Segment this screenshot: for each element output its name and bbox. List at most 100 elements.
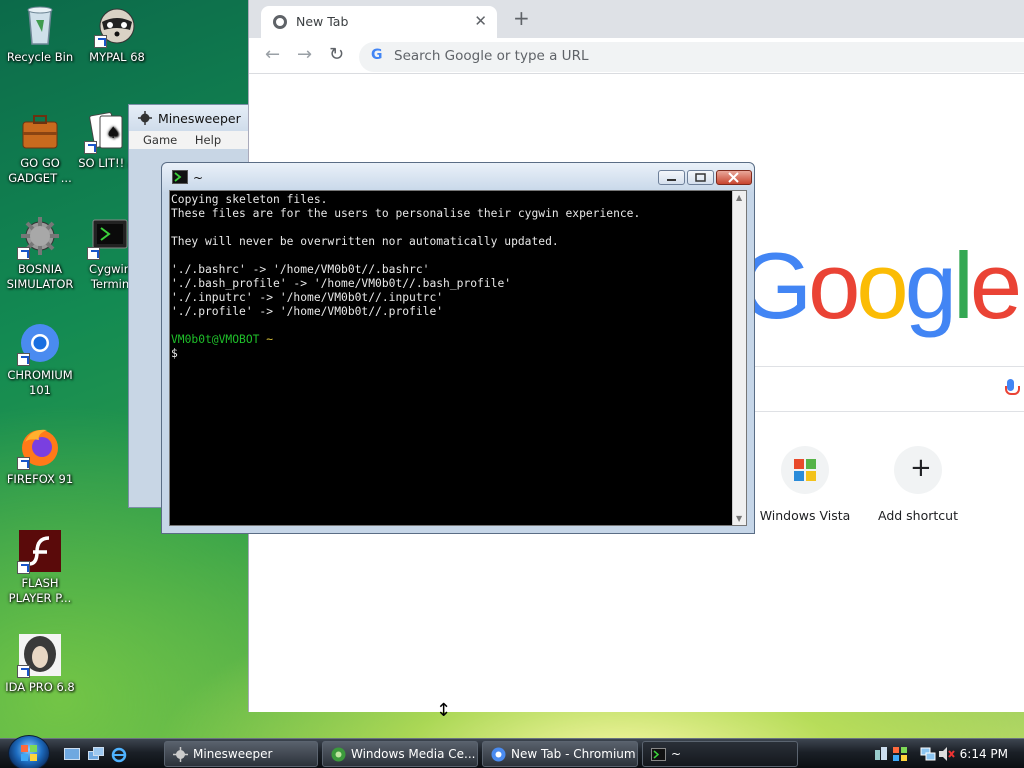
plus-icon: + bbox=[894, 446, 942, 494]
taskbar-button-label: ~ bbox=[671, 747, 682, 761]
desktop-icon-label: BOSNIA SIMULATOR bbox=[6, 262, 74, 291]
taskbar-button-media-center[interactable]: Windows Media Ce... bbox=[322, 741, 478, 767]
shortcut-windows-vista[interactable]: Windows Vista bbox=[755, 446, 855, 523]
desktop-icon-mypal[interactable]: MYPAL 68 bbox=[77, 2, 157, 65]
new-tab-button[interactable]: + bbox=[513, 6, 530, 30]
tab-strip: New Tab ✕ + bbox=[249, 0, 1024, 38]
terminal-titlebar[interactable]: ~ bbox=[169, 163, 752, 190]
volume-muted-icon[interactable] bbox=[938, 746, 956, 765]
desktop-icon-label: Recycle Bin bbox=[6, 50, 74, 64]
taskbar-button-label: Windows Media Ce... bbox=[351, 747, 476, 761]
shortcut-add[interactable]: + Add shortcut bbox=[868, 446, 968, 523]
reload-button[interactable]: ↻ bbox=[329, 44, 344, 65]
shortcut-arrow-icon bbox=[17, 561, 30, 574]
scroll-down-icon[interactable]: ▼ bbox=[736, 514, 742, 523]
google-logo: Google bbox=[739, 233, 1022, 338]
desktop-icon-firefox[interactable]: FIREFOX 91 bbox=[0, 424, 80, 487]
desktop-icon-go-go-gadget[interactable]: GO GO GADGET ... bbox=[0, 108, 80, 186]
shortcut-arrow-icon bbox=[84, 141, 97, 154]
prompt-line: VM0b0t@VMOBOT ~ bbox=[171, 333, 732, 347]
window-title: ~ bbox=[193, 171, 204, 185]
cards-icon: ♠ bbox=[84, 108, 130, 154]
terminal-line: Copying skeleton files. bbox=[171, 193, 328, 206]
shortcut-label: Windows Vista bbox=[759, 508, 851, 523]
back-button[interactable]: ← bbox=[265, 44, 280, 65]
desktop-icon-bosnia-simulator[interactable]: BOSNIA SIMULATOR bbox=[0, 214, 80, 292]
omnibox-placeholder: Search Google or type a URL bbox=[394, 48, 589, 64]
system-tray: 6:14 PM bbox=[866, 741, 1024, 767]
shortcut-arrow-icon bbox=[87, 247, 100, 260]
tab-new-tab[interactable]: New Tab ✕ bbox=[261, 6, 497, 38]
terminal-line: './.bash_profile' -> '/home/VM0b0t//.bas… bbox=[171, 277, 512, 290]
microphone-icon[interactable] bbox=[1005, 379, 1020, 397]
raccoon-icon bbox=[94, 2, 140, 48]
desktop-icon-label: FLASH PLAYER P... bbox=[8, 576, 72, 605]
menu-game[interactable]: Game bbox=[143, 133, 177, 147]
taskbar-button-terminal[interactable]: ~ bbox=[642, 741, 798, 767]
terminal-line: They will never be overwritten nor autom… bbox=[171, 235, 559, 248]
gear-icon bbox=[17, 214, 63, 260]
terminal-line: './.inputrc' -> '/home/VM0b0t//.inputrc' bbox=[171, 291, 444, 304]
forward-button[interactable]: → bbox=[297, 44, 312, 65]
terminal-output[interactable]: Copying skeleton files. These files are f… bbox=[169, 190, 747, 526]
desktop-icon-recycle-bin[interactable]: Recycle Bin bbox=[0, 2, 80, 65]
desktop-icon-ida-pro[interactable]: IDA PRO 6.8 bbox=[0, 632, 80, 695]
terminal-line: './.bashrc' -> '/home/VM0b0t//.bashrc' bbox=[171, 263, 430, 276]
terminal-text: Copying skeleton files. These files are f… bbox=[171, 191, 732, 525]
desktop-icon-label: MYPAL 68 bbox=[89, 50, 145, 64]
taskbar-button-minesweeper[interactable]: Minesweeper bbox=[164, 741, 318, 767]
toolbar: ← → ↻ G Search Google or type a URL bbox=[249, 38, 1024, 74]
tray-windows-icon[interactable] bbox=[892, 746, 908, 765]
clock[interactable]: 6:14 PM bbox=[960, 747, 1008, 761]
shortcut-arrow-icon bbox=[17, 457, 30, 470]
resize-cursor-icon: ↕ bbox=[436, 700, 452, 721]
mine-icon bbox=[138, 111, 152, 125]
ida-icon bbox=[17, 632, 63, 678]
desktop-icon-chromium[interactable]: CHROMIUM 101 bbox=[0, 320, 80, 398]
shortcut-arrow-icon bbox=[17, 247, 30, 260]
scroll-up-icon[interactable]: ▲ bbox=[736, 193, 742, 202]
internet-explorer-icon[interactable] bbox=[111, 747, 127, 763]
menu-help[interactable]: Help bbox=[195, 133, 221, 147]
taskbar-button-label: New Tab - Chromium bbox=[511, 747, 636, 761]
window-title: Minesweeper bbox=[158, 111, 241, 126]
minesweeper-titlebar[interactable]: Minesweeper bbox=[129, 105, 248, 131]
start-button[interactable] bbox=[8, 735, 50, 768]
vista-icon bbox=[781, 446, 829, 494]
terminal-line: These files are for the users to persona… bbox=[171, 207, 641, 220]
firefox-icon bbox=[17, 424, 63, 470]
svg-text:♠: ♠ bbox=[106, 123, 120, 142]
taskbar-button-chromium[interactable]: New Tab - Chromium bbox=[482, 741, 638, 767]
desktop-icon-label: GO GO GADGET ... bbox=[8, 156, 72, 185]
switch-windows-icon[interactable] bbox=[88, 747, 104, 761]
shortcut-label: Add shortcut bbox=[878, 508, 958, 523]
terminal-icon bbox=[87, 214, 133, 260]
close-button[interactable] bbox=[716, 170, 752, 185]
terminal-window[interactable]: ~ Copying skeleton files. These files are… bbox=[161, 162, 755, 534]
terminal-line: './.profile' -> '/home/VM0b0t//.profile' bbox=[171, 305, 444, 318]
tab-title: New Tab bbox=[296, 14, 349, 29]
chromium-icon bbox=[17, 320, 63, 366]
desktop-icon-flash-player[interactable]: FLASH PLAYER P... bbox=[0, 528, 80, 606]
desktop-icon-label: IDA PRO 6.8 bbox=[5, 680, 75, 694]
briefcase-icon bbox=[17, 108, 63, 154]
minimize-button[interactable] bbox=[658, 170, 685, 185]
omnibox[interactable]: G Search Google or type a URL bbox=[359, 42, 1024, 72]
close-tab-icon[interactable]: ✕ bbox=[474, 12, 487, 30]
minesweeper-icon bbox=[173, 747, 188, 762]
terminal-scrollbar[interactable]: ▲ ▼ bbox=[732, 191, 746, 525]
maximize-button[interactable] bbox=[687, 170, 714, 185]
tray-app-icon[interactable] bbox=[874, 746, 888, 765]
show-desktop-icon[interactable] bbox=[64, 747, 80, 761]
search-box[interactable] bbox=[709, 366, 1024, 412]
menu-bar: Game Help bbox=[129, 131, 248, 149]
chromium-favicon-icon bbox=[273, 15, 287, 29]
network-icon[interactable] bbox=[920, 746, 936, 765]
terminal-icon bbox=[172, 170, 188, 184]
prompt-dir: ~ bbox=[266, 333, 274, 346]
google-g-icon: G bbox=[371, 47, 383, 63]
media-center-icon bbox=[331, 747, 346, 762]
flash-icon bbox=[17, 528, 63, 574]
